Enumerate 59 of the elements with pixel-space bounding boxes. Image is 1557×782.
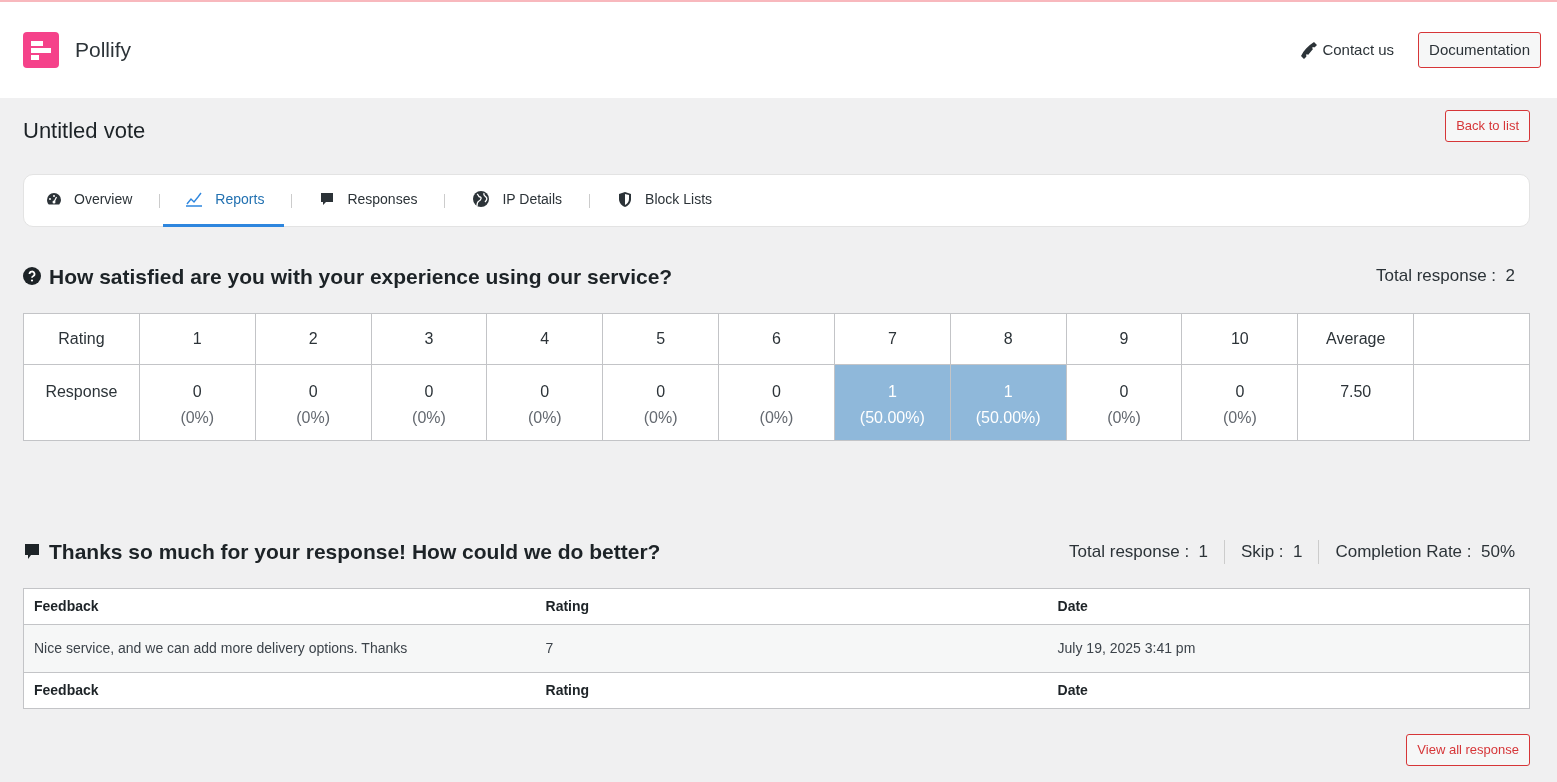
speech-bubble-icon <box>319 191 336 208</box>
rating-header: 10 <box>1181 313 1298 365</box>
stat-text: Total response : 2 <box>1376 265 1515 288</box>
column-header: Date <box>1047 672 1530 709</box>
view-all-button[interactable]: View all response <box>1406 734 1530 766</box>
response-cell: 0 (0%) <box>1066 364 1182 441</box>
logo-icon <box>23 32 59 68</box>
rating-header: 3 <box>371 313 487 365</box>
table-cell: Nice service, and we can add more delivery options. Thanks <box>23 624 536 673</box>
column-header: Date <box>1047 588 1530 625</box>
question-icon <box>23 267 41 286</box>
rating-header: 2 <box>255 313 372 365</box>
page-title: Untitled vote <box>23 118 146 145</box>
globe-icon <box>472 190 491 209</box>
average-value: 7.50 <box>1297 364 1414 441</box>
response-cell: 1 (50.00%) <box>834 364 951 441</box>
back-to-list-button[interactable]: Back to list <box>1445 110 1530 142</box>
column-header: Feedback <box>23 672 536 709</box>
question-title: How satisfied are you with your experience using our service? <box>49 263 673 289</box>
phone-icon <box>1300 41 1319 59</box>
stat-text: Total response : 1 <box>1069 540 1209 563</box>
gauge-icon <box>46 191 62 208</box>
response-cell: 0 (0%) <box>371 364 487 441</box>
rating-header: 1 <box>139 313 256 365</box>
line-chart-icon <box>185 191 204 208</box>
response-cell: 0 (0%) <box>139 364 256 441</box>
question-title: Thanks so much for your response! How could we do better? <box>49 539 661 565</box>
tab[interactable]: Responses <box>319 174 418 227</box>
tab[interactable]: Overview <box>46 174 133 227</box>
documentation-button[interactable]: Documentation <box>1418 31 1541 69</box>
tab[interactable]: Block Lists <box>617 174 713 227</box>
response-cell: 0 (0%) <box>602 364 719 441</box>
rating-header: 5 <box>602 313 719 365</box>
rating-header: 7 <box>834 313 951 365</box>
rating-header: 4 <box>486 313 603 365</box>
rating-header: 6 <box>718 313 835 365</box>
response-cell: 0 (0%) <box>255 364 372 441</box>
row-label: Rating <box>23 313 140 365</box>
average-header: Average <box>1297 313 1414 365</box>
table-cell: 7 <box>535 624 1048 673</box>
column-header: Rating <box>535 672 1048 709</box>
contact-label[interactable]: Contact us <box>1322 38 1395 62</box>
response-cell: 1 (50.00%) <box>950 364 1067 441</box>
response-cell: 0 (0%) <box>486 364 603 441</box>
shield-icon <box>617 190 634 208</box>
speech-bubble-icon <box>23 542 41 561</box>
stat-text: Skip : 1 <box>1241 540 1303 563</box>
brand-name: Pollify <box>75 37 132 64</box>
rating-header: 8 <box>950 313 1067 365</box>
column-header: Feedback <box>23 588 536 625</box>
table-cell: July 19, 2025 3:41 pm <box>1047 624 1530 673</box>
response-cell: 0 (0%) <box>1181 364 1298 441</box>
response-cell: 0 (0%) <box>718 364 835 441</box>
column-header: Rating <box>535 588 1048 625</box>
row-label: Response <box>23 364 140 441</box>
stat-text: Completion Rate : 50% <box>1335 540 1515 563</box>
rating-header: 9 <box>1066 313 1182 365</box>
tab[interactable]: Reports <box>163 174 285 227</box>
tab[interactable]: IP Details <box>472 174 563 227</box>
